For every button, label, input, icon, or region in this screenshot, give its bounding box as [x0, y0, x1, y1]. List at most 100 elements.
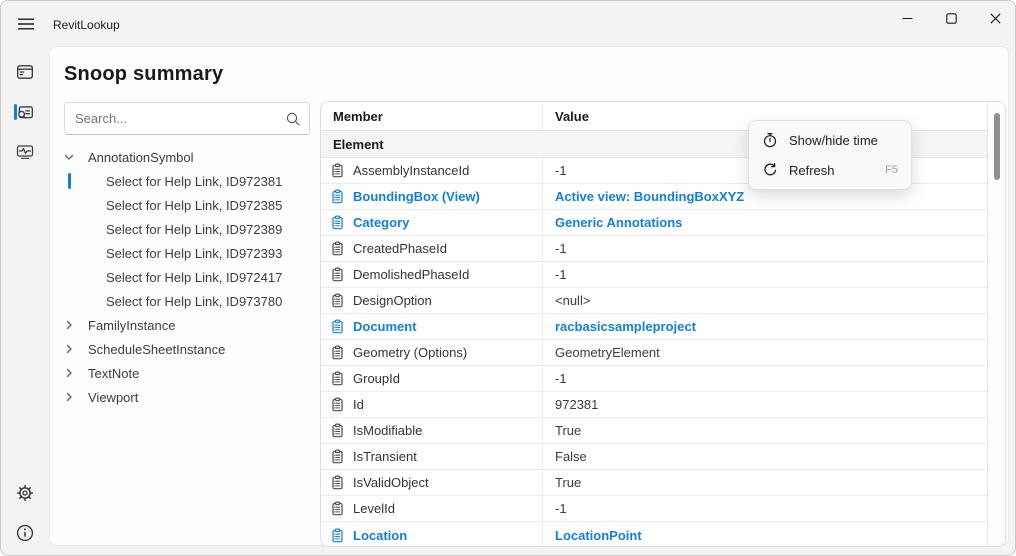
- clipboard-icon[interactable]: [330, 475, 345, 490]
- member-name: Category: [353, 215, 409, 230]
- sidebar-item-event-monitor[interactable]: [5, 134, 45, 170]
- member-value: False: [543, 444, 987, 469]
- table-row[interactable]: Id 972381: [321, 392, 987, 418]
- clipboard-icon[interactable]: [330, 371, 345, 386]
- clipboard-icon[interactable]: [330, 241, 345, 256]
- clipboard-icon[interactable]: [330, 293, 345, 308]
- member-value: True: [543, 418, 987, 443]
- clipboard-icon[interactable]: [330, 501, 345, 516]
- maximize-icon: [946, 13, 957, 24]
- table-row[interactable]: Geometry (Options) GeometryElement: [321, 340, 987, 366]
- tree-item[interactable]: Select for Help Link, ID972389: [50, 217, 318, 241]
- menu-item-show-hide-time[interactable]: Show/hide time: [753, 125, 907, 155]
- table-body: AssemblyInstanceId -1 BoundingBox (View)…: [321, 158, 987, 547]
- tree-item[interactable]: FamilyInstance: [50, 313, 318, 337]
- clipboard-icon[interactable]: [330, 397, 345, 412]
- page-title: Snoop summary: [64, 63, 223, 86]
- menu-item-label: Show/hide time: [789, 133, 878, 148]
- sidebar-item-about[interactable]: [5, 515, 45, 551]
- member-name: IsTransient: [353, 449, 417, 464]
- member-value: -1: [543, 496, 987, 521]
- snoop-icon: [16, 103, 34, 121]
- clipboard-icon[interactable]: [330, 528, 345, 543]
- tree-item[interactable]: Select for Help Link, ID972393: [50, 241, 318, 265]
- table-row[interactable]: IsValidObject True: [321, 470, 987, 496]
- table-row[interactable]: IsTransient False: [321, 444, 987, 470]
- clipboard-icon[interactable]: [330, 345, 345, 360]
- column-header-member[interactable]: Member: [321, 102, 543, 130]
- clipboard-icon[interactable]: [330, 215, 345, 230]
- tree-item-label: ScheduleSheetInstance: [88, 342, 225, 357]
- monitor-pulse-icon: [16, 143, 34, 161]
- table-row[interactable]: DemolishedPhaseId -1: [321, 262, 987, 288]
- tree-item[interactable]: Select for Help Link, ID972381: [50, 169, 318, 193]
- chevron-icon[interactable]: [63, 151, 75, 163]
- tree-item[interactable]: ScheduleSheetInstance: [50, 337, 318, 361]
- scrollbar-track[interactable]: [987, 102, 1005, 546]
- minimize-button[interactable]: [885, 2, 929, 34]
- menu-item-refresh[interactable]: Refresh F5: [753, 155, 907, 185]
- hamburger-icon: [18, 18, 34, 30]
- close-button[interactable]: [973, 2, 1016, 34]
- clipboard-icon[interactable]: [330, 267, 345, 282]
- table-row[interactable]: GroupId -1: [321, 366, 987, 392]
- sidebar: [1, 46, 49, 555]
- clipboard-icon[interactable]: [330, 319, 345, 334]
- sidebar-item-dashboard[interactable]: [5, 54, 45, 90]
- tree-item[interactable]: Select for Help Link, ID972417: [50, 265, 318, 289]
- clipboard-icon[interactable]: [330, 423, 345, 438]
- search-input[interactable]: [64, 102, 310, 135]
- hamburger-menu-button[interactable]: [11, 12, 41, 36]
- tree-item-label: Select for Help Link, ID972417: [106, 270, 282, 285]
- table-row[interactable]: IsModifiable True: [321, 418, 987, 444]
- member-value: -1: [543, 262, 987, 287]
- member-cell: Geometry (Options): [321, 340, 543, 365]
- tree-item[interactable]: AnnotationSymbol: [50, 145, 318, 169]
- member-cell: GroupId: [321, 366, 543, 391]
- tree-item[interactable]: Viewport: [50, 385, 318, 409]
- clipboard-icon[interactable]: [330, 449, 345, 464]
- tree-item[interactable]: Select for Help Link, ID973780: [50, 289, 318, 313]
- tree-item[interactable]: TextNote: [50, 361, 318, 385]
- member-cell: AssemblyInstanceId: [321, 158, 543, 183]
- table-row[interactable]: Category Generic Annotations: [321, 210, 987, 236]
- window-icon: [16, 63, 34, 81]
- member-name: DesignOption: [353, 293, 432, 308]
- info-icon: [16, 524, 34, 542]
- member-cell: Document: [321, 314, 543, 339]
- scrollbar-thumb[interactable]: [994, 113, 1000, 180]
- table-row[interactable]: CreatedPhaseId -1: [321, 236, 987, 262]
- tree-item-label: Viewport: [88, 390, 138, 405]
- table-row[interactable]: Document racbasicsampleproject: [321, 314, 987, 340]
- maximize-button[interactable]: [929, 2, 973, 34]
- member-name: IsModifiable: [353, 423, 422, 438]
- tree-item-label: FamilyInstance: [88, 318, 175, 333]
- tree-item-label: AnnotationSymbol: [88, 150, 194, 165]
- member-value: -1: [543, 236, 987, 261]
- window-title: RevitLookup: [53, 18, 120, 32]
- tree-item-label: Select for Help Link, ID972381: [106, 174, 282, 189]
- member-name: BoundingBox (View): [353, 189, 480, 204]
- menu-item-shortcut: F5: [885, 164, 898, 176]
- member-cell: DesignOption: [321, 288, 543, 313]
- chevron-icon[interactable]: [63, 319, 75, 331]
- search-box: [64, 102, 310, 135]
- member-value: Generic Annotations: [543, 210, 987, 235]
- member-name: Id: [353, 397, 364, 412]
- member-cell: BoundingBox (View): [321, 184, 543, 209]
- sidebar-item-snoop-summary[interactable]: [5, 94, 45, 130]
- clipboard-icon[interactable]: [330, 189, 345, 204]
- chevron-icon[interactable]: [63, 343, 75, 355]
- table-row[interactable]: Location LocationPoint: [321, 522, 987, 547]
- context-menu: Show/hide time Refresh F5: [748, 120, 912, 190]
- sidebar-item-settings[interactable]: [5, 475, 45, 511]
- menu-item-label: Refresh: [789, 163, 835, 178]
- member-name: GroupId: [353, 371, 400, 386]
- chevron-icon[interactable]: [63, 367, 75, 379]
- table-row[interactable]: DesignOption <null>: [321, 288, 987, 314]
- member-cell: IsValidObject: [321, 470, 543, 495]
- tree-item[interactable]: Select for Help Link, ID972385: [50, 193, 318, 217]
- table-row[interactable]: LevelId -1: [321, 496, 987, 522]
- clipboard-icon[interactable]: [330, 163, 345, 178]
- chevron-icon[interactable]: [63, 391, 75, 403]
